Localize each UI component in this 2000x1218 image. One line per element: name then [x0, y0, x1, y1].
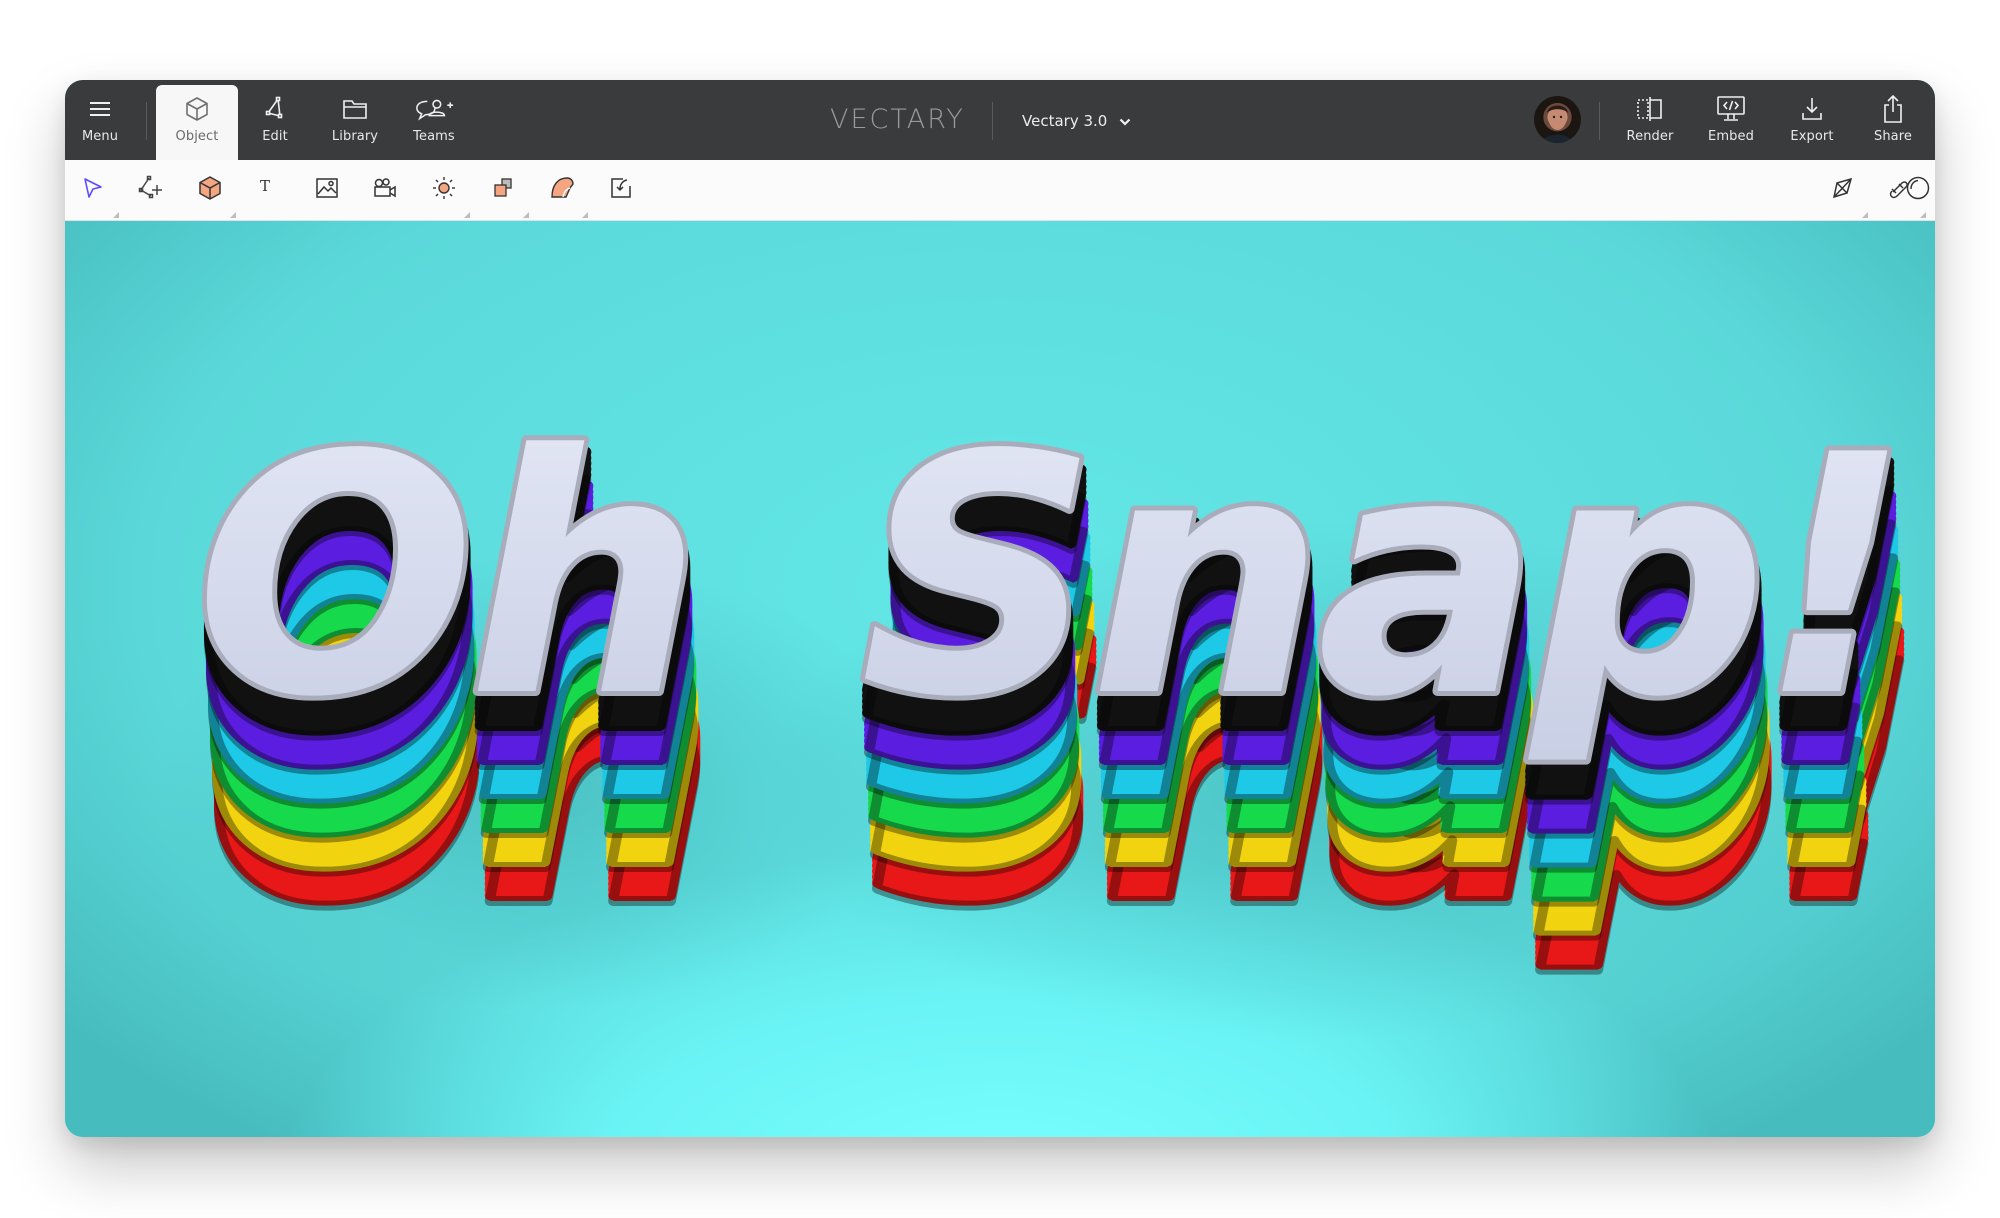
select-tool[interactable] — [73, 170, 119, 218]
hamburger-icon — [80, 94, 120, 124]
submenu-corner — [230, 212, 236, 218]
tab-label: Teams — [413, 129, 455, 144]
environment-tool[interactable] — [1898, 170, 1935, 210]
render-button[interactable]: Render — [1615, 80, 1685, 160]
align-diamond-icon — [1830, 176, 1854, 204]
camera-icon — [372, 177, 398, 203]
import-tool[interactable] — [601, 170, 641, 210]
submenu-corner — [464, 212, 470, 218]
word-snap-3d[interactable]: Snap!Snap!Snap!Snap!Snap!Snap!Snap!Snap!… — [855, 380, 1927, 984]
submenu-corner — [1920, 212, 1926, 218]
pointer-arrow-icon — [82, 176, 104, 204]
render-icon — [1630, 94, 1670, 124]
image-tool[interactable] — [307, 170, 347, 210]
submenu-corner — [1862, 212, 1868, 218]
sphere-outline-icon — [1905, 175, 1931, 205]
project-selector[interactable]: Vectary 3.0 — [1022, 112, 1131, 130]
tab-object[interactable]: Object — [156, 85, 238, 160]
export-icon — [1792, 94, 1832, 124]
top-bar: Menu Object Edit Library Teams VECTARY V… — [65, 80, 1935, 160]
image-icon — [315, 177, 339, 203]
word-oh-3d[interactable]: OhOhOhOhOhOhOhOhOhOhOhOhOhOhOhOhOhOhOhOh… — [190, 380, 719, 984]
add-point-tool[interactable] — [131, 170, 171, 210]
submenu-corner — [113, 212, 119, 218]
embed-button[interactable]: Embed — [1696, 80, 1766, 160]
divider — [146, 102, 147, 140]
tab-teams[interactable]: Teams — [400, 80, 468, 160]
user-avatar[interactable] — [1534, 96, 1581, 143]
export-button[interactable]: Export — [1777, 80, 1847, 160]
oh-top-face: Oh — [195, 385, 694, 769]
primitives-tool[interactable] — [190, 170, 236, 218]
project-name: Vectary 3.0 — [1022, 112, 1108, 130]
tab-edit[interactable]: Edit — [245, 80, 305, 160]
action-label: Export — [1790, 129, 1834, 144]
tools-toolbar: T — [65, 160, 1935, 221]
share-icon — [1873, 94, 1913, 124]
vertex-add-icon — [138, 175, 164, 205]
action-label: Embed — [1708, 129, 1754, 144]
solid-cube-icon — [198, 175, 222, 205]
scene-canvas: OhOhOhOhOhOhOhOhOhOhOhOhOhOhOhOhOhOhOhOh… — [155, 380, 1927, 1041]
divider — [992, 102, 993, 140]
materials-tool[interactable] — [542, 170, 588, 218]
tab-label: Edit — [262, 129, 288, 144]
teams-add-user-icon — [414, 94, 454, 124]
action-label: Share — [1873, 129, 1912, 144]
tab-library[interactable]: Library — [320, 80, 390, 160]
text-tool[interactable]: T — [245, 170, 285, 210]
duplicate-squares-icon — [491, 176, 515, 204]
import-icon — [609, 176, 633, 204]
svg-text:T: T — [260, 178, 270, 195]
action-label: Render — [1626, 129, 1674, 144]
edit-vertex-icon — [255, 94, 295, 124]
camera-tool[interactable] — [365, 170, 405, 210]
embed-icon — [1711, 94, 1751, 124]
sun-light-icon — [431, 175, 457, 205]
3d-viewport[interactable]: Oh Oh Oh Oh Oh Oh Oh Oh Oh Oh Oh Oh Oh Oh Oh Oh Oh Oh Oh Oh… — [65, 221, 1935, 1137]
tab-label: Object — [175, 129, 219, 144]
vectary-logo: VECTARY — [830, 104, 965, 135]
app-window: Menu Object Edit Library Teams VECTARY V… — [65, 80, 1935, 1137]
share-button[interactable]: Share — [1858, 80, 1928, 160]
menu-button[interactable]: Menu — [71, 80, 129, 160]
light-tool[interactable] — [424, 170, 470, 218]
duplicate-tool[interactable] — [483, 170, 529, 218]
submenu-corner — [582, 212, 588, 218]
material-sphere-icon — [549, 175, 575, 205]
menu-label: Menu — [81, 129, 119, 144]
align-tool[interactable] — [1822, 170, 1868, 218]
cube-icon — [177, 94, 217, 124]
tab-label: Library — [331, 129, 379, 144]
folder-icon — [335, 94, 375, 124]
snap-top-face: Snap! — [860, 385, 1902, 769]
divider — [1599, 102, 1600, 140]
submenu-corner — [523, 212, 529, 218]
chevron-down-icon — [1119, 112, 1131, 130]
text-t-icon: T — [256, 177, 274, 202]
